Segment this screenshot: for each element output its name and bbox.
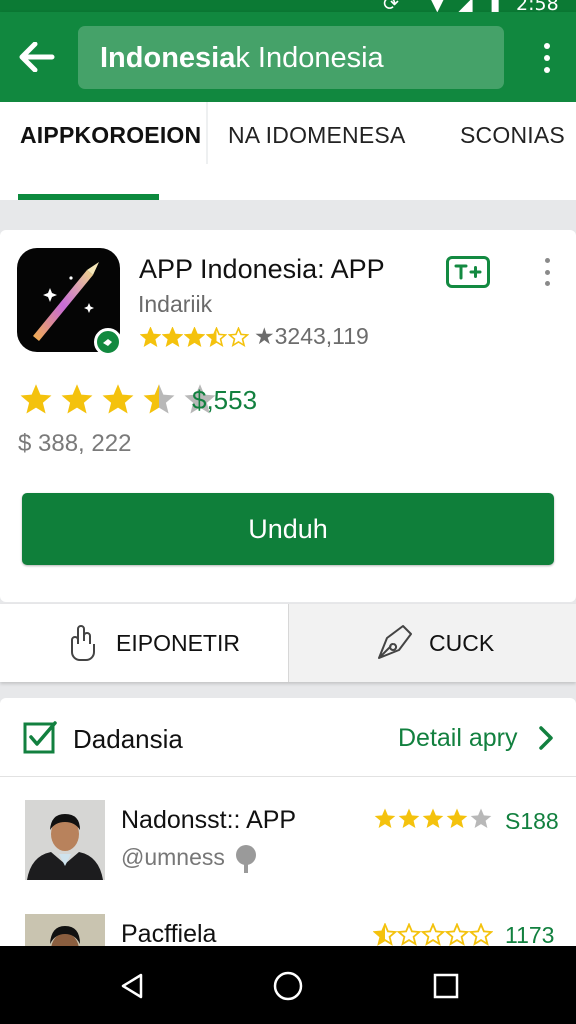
avatar[interactable]: [25, 800, 105, 880]
star-icon: [102, 384, 134, 414]
kebab-dot: [544, 55, 550, 61]
pin-icon: [236, 845, 257, 873]
kebab-dot: [544, 281, 550, 286]
battery-icon: ▮: [490, 0, 501, 12]
checkbox-icon: [23, 721, 57, 754]
star-icon: [61, 384, 93, 414]
row-count: S188: [505, 808, 559, 834]
search-query: Indonesiak Indonesia: [100, 42, 384, 75]
row-count: 1173: [505, 922, 555, 948]
nav-recents-button[interactable]: [426, 966, 466, 1006]
back-arrow-icon: [19, 42, 55, 72]
cuck-button[interactable]: CUCK: [289, 604, 576, 682]
detail-link[interactable]: Detail apry: [398, 724, 518, 753]
tab-bar: AIPPKOROEION NA IDOMENESA SCONIAS: [0, 102, 576, 200]
back-button[interactable]: [14, 34, 60, 80]
search-input[interactable]: Indonesiak Indonesia: [78, 26, 504, 89]
rating-count: ★3243,119: [254, 323, 369, 349]
row-name[interactable]: Pacffiela: [121, 920, 216, 949]
search-query-bold: Indonesia: [100, 42, 236, 74]
wifi-icon: ▼: [430, 0, 445, 12]
system-nav-bar: [0, 946, 576, 1024]
kebab-dot: [544, 67, 550, 73]
app-bar: Indonesiak Indonesia: [0, 12, 576, 102]
row-handle: @umness: [121, 844, 259, 874]
star-icon: [421, 923, 445, 946]
hand-pointer-icon: [71, 625, 95, 661]
more-vertical-icon: [544, 258, 550, 263]
sub-price: $ 388, 222: [18, 430, 132, 457]
list-divider: [0, 776, 576, 777]
install-button-label: Unduh: [248, 513, 328, 544]
tab-na-idomenesa[interactable]: NA IDOMENESA: [228, 122, 406, 149]
star-icon: [374, 808, 396, 828]
app-title: APP Indonesia: APP: [139, 254, 385, 284]
verified-badge: [94, 328, 122, 356]
install-button[interactable]: Unduh: [22, 493, 554, 565]
add-to-library-icon: [454, 264, 482, 280]
star-icon: [162, 326, 183, 347]
star-icon: [20, 384, 52, 414]
list-title: Dadansia: [73, 724, 183, 754]
star-icon: [184, 326, 205, 347]
more-vertical-icon: [544, 43, 550, 49]
price: $,553: [192, 385, 258, 415]
circle-home-icon: [273, 971, 303, 1001]
add-to-library-button[interactable]: [446, 256, 490, 288]
square-recents-icon: [433, 973, 459, 999]
star-icon: [397, 923, 421, 946]
search-query-rest: k Indonesia: [235, 42, 384, 74]
triangle-back-icon: [121, 973, 143, 999]
status-bar: ⟳ ▼ ◢ ▮ 2:58: [0, 0, 576, 12]
eiponetir-label: EIPONETIR: [116, 630, 240, 656]
star-icon: [373, 923, 397, 946]
badge-icon: [103, 339, 112, 346]
related-list-card: Dadansia Detail apry Nadonsst:: APP @umn…: [0, 698, 576, 994]
tab-aippkoroeion[interactable]: AIPPKOROEION: [20, 122, 201, 149]
star-icon: [422, 808, 444, 828]
cuck-label: CUCK: [429, 630, 495, 656]
eiponetir-button[interactable]: EIPONETIR: [0, 604, 289, 682]
action-row: EIPONETIR CUCK: [0, 604, 576, 682]
star-icon: [398, 808, 420, 828]
tab-separator: [206, 102, 208, 164]
person-photo-image: [25, 800, 105, 880]
star-icon: [445, 923, 469, 946]
tab-sconias[interactable]: SCONIAS: [460, 122, 565, 149]
more-options-button[interactable]: [532, 38, 562, 78]
star-icon: [446, 808, 468, 828]
nav-home-button[interactable]: [268, 966, 308, 1006]
nav-back-button[interactable]: [112, 966, 152, 1006]
star-icon: [140, 326, 161, 347]
status-time: 2:58: [516, 0, 559, 12]
sync-icon: ⟳: [383, 0, 399, 12]
row-handle-text: @umness: [121, 844, 225, 871]
app-detail-card: APP Indonesia: APP Indariik ★3243,119 $,…: [0, 230, 576, 602]
signal-icon: ◢: [458, 0, 473, 12]
card-more-button[interactable]: [542, 258, 552, 286]
star-icon: [469, 923, 493, 946]
row-rating-stars: [373, 922, 493, 948]
star-icon: [143, 384, 175, 414]
developer-name[interactable]: Indariik: [138, 291, 212, 318]
star-icon: [206, 326, 227, 347]
star-icon: [228, 326, 249, 347]
small-rating-stars: [140, 325, 250, 349]
chevron-right-icon[interactable]: [536, 725, 556, 751]
pen-nib-icon: [378, 625, 412, 659]
kebab-dot: [544, 269, 550, 275]
star-icon: [470, 808, 492, 828]
row-rating-stars: [373, 806, 493, 832]
active-tab-indicator: [18, 194, 159, 200]
row-name[interactable]: Nadonsst:: APP: [121, 806, 296, 835]
